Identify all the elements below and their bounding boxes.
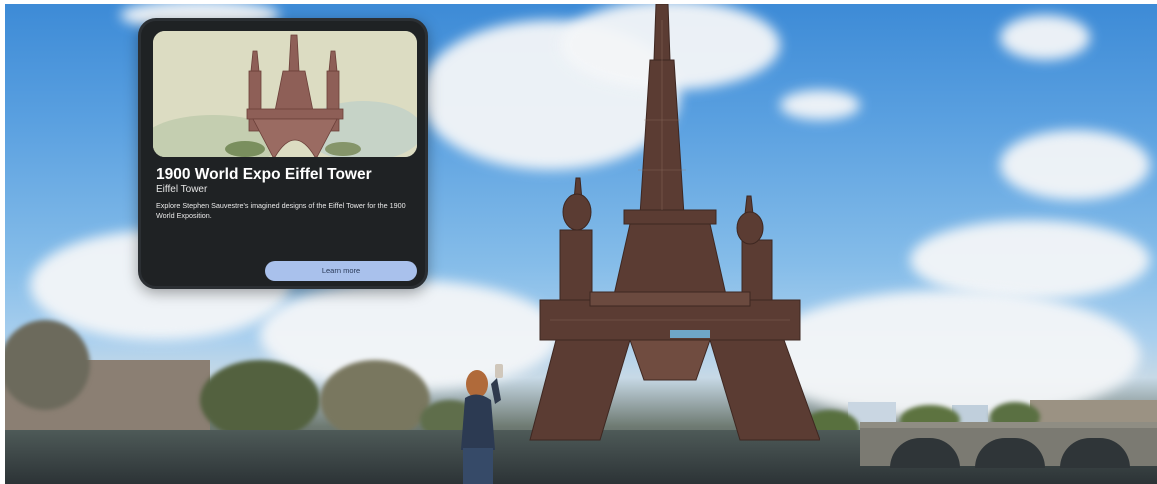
frame-left-edge (0, 0, 5, 484)
card-illustration (153, 31, 417, 157)
eiffel-tower (529, 3, 820, 441)
cloud (1000, 130, 1150, 200)
card-title: 1900 World Expo Eiffel Tower (156, 166, 372, 183)
frame-top-edge (0, 0, 1157, 4)
person-with-phone (461, 364, 503, 484)
tree (320, 360, 430, 440)
cloud (910, 220, 1150, 300)
tower-sketch-image (153, 31, 417, 157)
learn-more-button[interactable]: Learn more (265, 261, 417, 281)
card-description: Explore Stephen Sauvestre's imagined des… (156, 201, 406, 220)
card-subtitle: Eiffel Tower (156, 184, 208, 195)
info-card[interactable]: 1900 World Expo Eiffel Tower Eiffel Towe… (138, 18, 428, 289)
tree (0, 320, 90, 410)
tree (200, 360, 320, 440)
cloud (1000, 15, 1090, 60)
